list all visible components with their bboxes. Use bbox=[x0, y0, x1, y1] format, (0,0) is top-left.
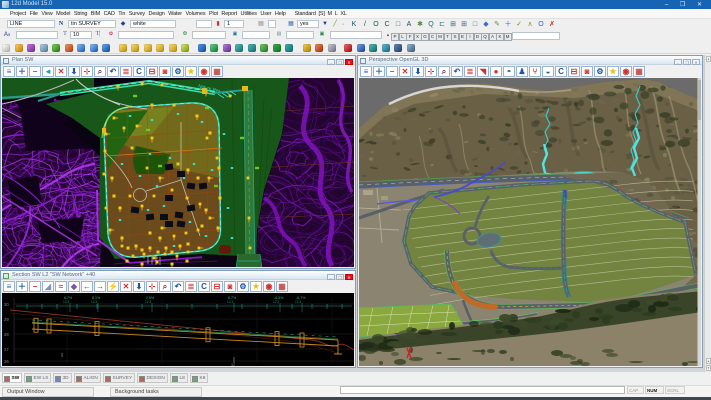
svg-text:12.3: 12.3 bbox=[227, 300, 233, 304]
svg-text:12.3: 12.3 bbox=[145, 300, 151, 304]
svg-text:Z: Z bbox=[394, 331, 399, 340]
svg-text:29: 29 bbox=[4, 317, 9, 322]
svg-text:32: 32 bbox=[231, 363, 235, 366]
svg-text:28: 28 bbox=[4, 332, 9, 337]
svg-text:12.3: 12.3 bbox=[295, 300, 301, 304]
svg-text:27: 27 bbox=[4, 347, 9, 352]
svg-text:26: 26 bbox=[4, 359, 9, 364]
svg-text:30: 30 bbox=[4, 302, 9, 307]
svg-text:12.3: 12.3 bbox=[91, 300, 97, 304]
svg-text:12.3: 12.3 bbox=[63, 300, 69, 304]
svg-text:12.3: 12.3 bbox=[273, 300, 279, 304]
